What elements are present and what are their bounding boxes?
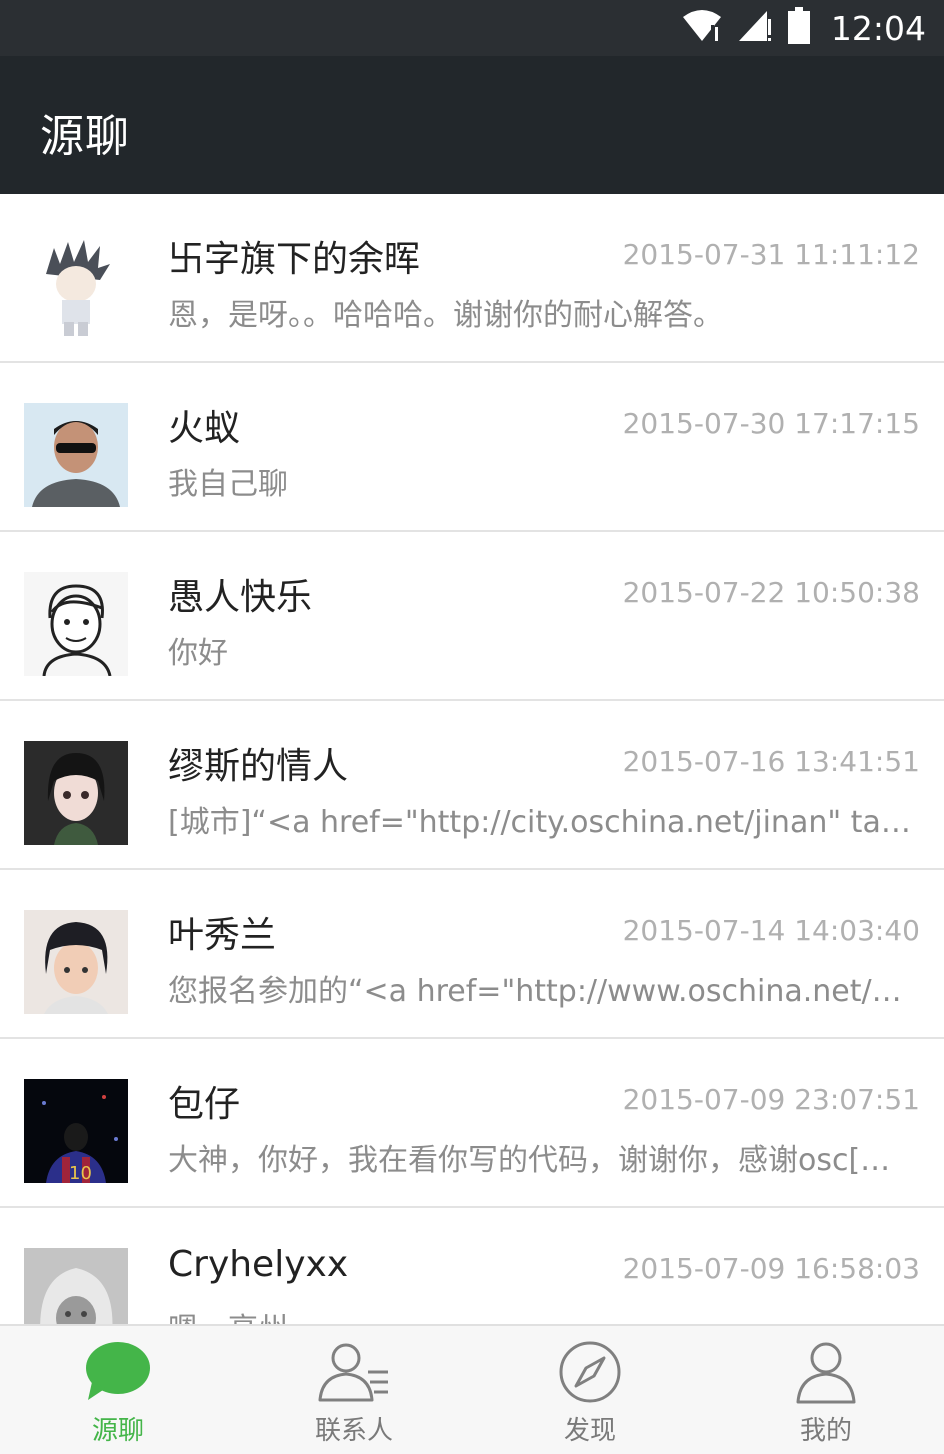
- conversation-time: 2015-07-09 23:07:51: [622, 1083, 920, 1116]
- conversation-preview: 恩，是呀。。哈哈哈。谢谢你的耐心解答。: [168, 298, 723, 333]
- conversation-name: 愚人快乐: [168, 577, 313, 618]
- avatar: [24, 910, 128, 1014]
- tab-label: 我的: [799, 1416, 852, 1446]
- tab-discover[interactable]: 发现: [472, 1326, 708, 1454]
- conversation-time: 2015-07-22 10:50:38: [622, 576, 920, 609]
- conversation-time: 2015-07-30 17:17:15: [622, 407, 920, 440]
- tab-label: 发现: [563, 1416, 616, 1446]
- avatar: [24, 572, 128, 676]
- conversation-preview: 大神，你好，我在看你写的代码，谢谢你，感谢osc[…: [168, 1143, 891, 1178]
- conversation-name: 包仔: [168, 1084, 241, 1125]
- battery-icon: [787, 7, 811, 49]
- wifi-icon: [681, 9, 723, 47]
- contacts-icon: [316, 1338, 392, 1406]
- conversation-time: 2015-07-31 11:11:12: [622, 238, 920, 271]
- tab-label: 源聊: [91, 1416, 144, 1446]
- tab-contacts[interactable]: 联系人: [236, 1326, 472, 1454]
- conversation-preview: 你好: [168, 636, 228, 671]
- conversation-row[interactable]: 缪斯的情人 2015-07-16 13:41:51 [城市]“<a href="…: [0, 701, 944, 870]
- conversation-preview: [城市]“<a href="http://city.oschina.net/ji…: [168, 805, 920, 840]
- tab-chat[interactable]: 源聊: [0, 1326, 236, 1454]
- person-icon: [788, 1338, 864, 1406]
- status-icons: 12:04: [681, 7, 926, 49]
- tab-me[interactable]: 我的: [708, 1326, 944, 1454]
- conversation-name: 叶秀兰: [168, 915, 277, 956]
- avatar: [24, 403, 128, 507]
- conversation-time: 2015-07-09 16:58:03: [622, 1252, 920, 1285]
- conversation-time: 2015-07-16 13:41:51: [622, 745, 920, 778]
- status-time: 12:04: [830, 8, 926, 48]
- conversation-preview: 嗯，高州: [168, 1304, 920, 1324]
- avatar: [24, 1248, 128, 1324]
- conversation-name: 缪斯的情人: [168, 746, 349, 787]
- conversation-row[interactable]: 愚人快乐 2015-07-22 10:50:38 你好: [0, 532, 944, 701]
- tab-label: 联系人: [314, 1416, 393, 1446]
- conversation-time: 2015-07-14 14:03:40: [622, 914, 920, 947]
- status-bar: 12:04: [0, 0, 944, 56]
- bottom-tab-bar: 源聊 联系人 发现 我的: [0, 1324, 944, 1454]
- conversation-name: Cryhelyxx: [168, 1244, 349, 1285]
- compass-icon: [552, 1338, 628, 1406]
- app-bar: 源聊: [0, 56, 944, 194]
- svg-text:10: 10: [69, 1163, 92, 1183]
- conversation-name: 火蚁: [168, 408, 241, 449]
- conversation-row[interactable]: 火蚁 2015-07-30 17:17:15 我自己聊: [0, 363, 944, 532]
- conversation-row[interactable]: 10 包仔 2015-07-09 23:07:51 大神，你好，我在看你写的代码…: [0, 1039, 944, 1208]
- signal-icon: [737, 9, 773, 47]
- conversation-row[interactable]: 卐字旗下的余晖 2015-07-31 11:11:12 恩，是呀。。哈哈哈。谢谢…: [0, 194, 944, 363]
- conversation-name: 卐字旗下的余晖: [168, 239, 421, 280]
- avatar: 10: [24, 1079, 128, 1183]
- page-title: 源聊: [40, 111, 130, 162]
- conversation-row[interactable]: Cryhelyxx 2015-07-09 16:58:03 嗯，高州: [0, 1208, 944, 1324]
- conversation-list[interactable]: 卐字旗下的余晖 2015-07-31 11:11:12 恩，是呀。。哈哈哈。谢谢…: [0, 194, 944, 1324]
- avatar: [24, 741, 128, 845]
- conversation-preview: 您报名参加的“<a href="http://www.oschina.net/q…: [168, 974, 920, 1009]
- conversation-row[interactable]: 叶秀兰 2015-07-14 14:03:40 您报名参加的“<a href="…: [0, 870, 944, 1039]
- conversation-preview: 我自己聊: [168, 467, 288, 502]
- avatar: [24, 234, 128, 338]
- chat-bubble-icon: [80, 1338, 156, 1406]
